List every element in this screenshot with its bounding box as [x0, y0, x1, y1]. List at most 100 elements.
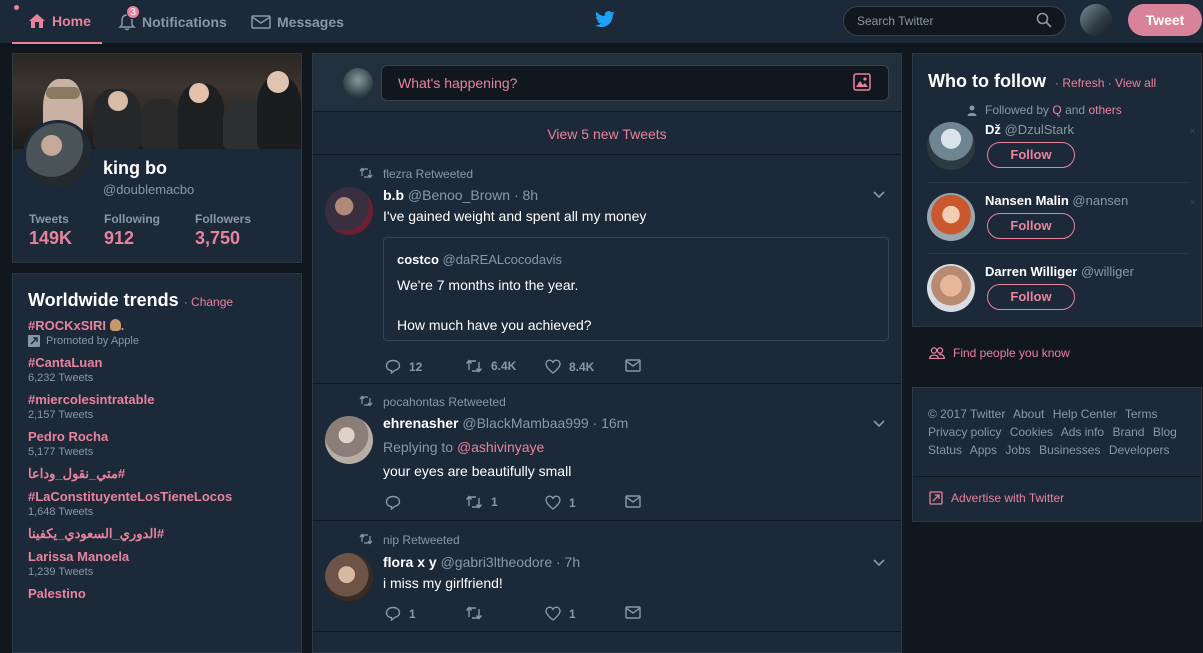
suggested-user-avatar[interactable]: [927, 264, 975, 312]
advertise-link[interactable]: Advertise with Twitter: [929, 491, 1064, 505]
suggested-user[interactable]: Darren Williger @williger Follow: [927, 264, 1199, 332]
refresh-link[interactable]: Refresh: [1062, 76, 1104, 90]
footer-link[interactable]: Cookies: [1010, 425, 1053, 439]
compose-input[interactable]: What's happening?: [381, 65, 889, 101]
footer-link[interactable]: Blog: [1153, 425, 1177, 439]
footer-link[interactable]: Jobs: [1005, 443, 1030, 457]
footer-link[interactable]: Status: [928, 443, 962, 457]
trend-name: #متي_نقول_وداعا: [28, 466, 126, 481]
tweet-author-name[interactable]: ehrenasher: [383, 415, 458, 431]
search-input[interactable]: Search Twitter: [843, 6, 1066, 36]
followed-by-others-link[interactable]: others: [1088, 103, 1121, 117]
trend-item[interactable]: Larissa Manoela 1,239 Tweets: [28, 548, 286, 579]
tweet-button[interactable]: Tweet: [1128, 4, 1202, 36]
trend-name: Palestino: [28, 586, 86, 601]
trend-item[interactable]: Palestino: [28, 585, 286, 602]
suggested-user-name[interactable]: Dž @DzulStark: [985, 122, 1074, 137]
trend-item[interactable]: #miercolesintratable 2,157 Tweets: [28, 391, 286, 422]
trend-item[interactable]: #LaConstituyenteLosTieneLocos 1,648 Twee…: [28, 488, 286, 519]
followed-by-user-link[interactable]: Q: [1052, 103, 1061, 117]
footer-link[interactable]: Brand: [1112, 425, 1144, 439]
tweet-author-name[interactable]: flora x y: [383, 554, 437, 570]
retweet-button[interactable]: 1: [465, 495, 498, 509]
trends-change-link[interactable]: · Change: [184, 295, 233, 309]
reply-button[interactable]: 1: [385, 606, 416, 621]
top-navigation-bar: Home 3 Notifications Messages Search Twi…: [0, 0, 1203, 44]
suggested-user-avatar[interactable]: [927, 122, 975, 170]
stat-followers[interactable]: Followers 3,750: [195, 212, 251, 249]
suggested-user-avatar[interactable]: [927, 193, 975, 241]
quoted-tweet[interactable]: costco @daREALcocodavis We're 7 months i…: [383, 237, 889, 341]
profile-avatar[interactable]: [23, 120, 93, 190]
direct-message-button[interactable]: [625, 495, 649, 508]
follow-button[interactable]: Follow: [987, 213, 1075, 239]
nav-home[interactable]: Home: [12, 0, 102, 44]
account-avatar[interactable]: [1080, 4, 1112, 36]
like-button[interactable]: 1: [545, 606, 576, 621]
tweet-author-handle[interactable]: @gabri3ltheodore: [441, 554, 553, 570]
follow-button[interactable]: Follow: [987, 284, 1075, 310]
retweet-button[interactable]: [465, 606, 491, 620]
search-icon[interactable]: [1036, 12, 1052, 28]
tweet-author-handle[interactable]: @BlackMambaa999: [462, 415, 588, 431]
trend-item[interactable]: #ROCKxSIRI . Promoted by Apple: [28, 317, 286, 348]
retweeted-by[interactable]: nip Retweeted: [383, 533, 460, 547]
notification-count-badge: 3: [126, 5, 140, 19]
footer-link[interactable]: About: [1013, 407, 1044, 421]
twitter-bird-logo[interactable]: [594, 11, 616, 29]
nav-notifications[interactable]: 3 Notifications: [118, 0, 228, 44]
retweeted-by[interactable]: flezra Retweeted: [383, 167, 473, 181]
retweeted-by[interactable]: pocahontas Retweeted: [383, 395, 506, 409]
profile-name[interactable]: king bo: [103, 158, 167, 179]
home-new-dot: [14, 5, 19, 10]
stat-tweets[interactable]: Tweets 149K: [29, 212, 72, 249]
like-button[interactable]: 1: [545, 495, 576, 510]
retweet-button[interactable]: 6.4K: [465, 359, 516, 373]
like-button[interactable]: 8.4K: [545, 359, 594, 374]
trend-item[interactable]: #الدوري_السعودي_يكفينا: [28, 525, 286, 542]
nav-messages[interactable]: Messages: [251, 0, 344, 44]
reply-button[interactable]: 12: [385, 359, 422, 374]
tweet-card[interactable]: nip Retweeted flora x y @gabri3ltheodore…: [313, 522, 901, 632]
image-upload-icon[interactable]: [853, 73, 871, 91]
chevron-down-icon[interactable]: [873, 559, 885, 567]
tweet-time[interactable]: · 7h: [556, 554, 580, 570]
tweet-card[interactable]: flezra Retweeted b.b @Benoo_Brown · 8h I…: [313, 156, 901, 384]
tweet-avatar[interactable]: [325, 187, 373, 235]
suggested-user-name[interactable]: Nansen Malin @nansen: [985, 193, 1128, 208]
footer-link[interactable]: Apps: [970, 443, 997, 457]
footer-link[interactable]: Developers: [1109, 443, 1170, 457]
view-new-tweets-bar[interactable]: View 5 new Tweets: [313, 113, 901, 155]
suggested-user[interactable]: Nansen Malin @nansen Follow ×: [927, 193, 1199, 261]
footer-link[interactable]: Ads info: [1061, 425, 1104, 439]
footer-link[interactable]: Privacy policy: [928, 425, 1001, 439]
profile-handle[interactable]: @doublemacbo: [103, 182, 194, 197]
tweet-avatar[interactable]: [325, 416, 373, 464]
footer-link[interactable]: Help Center: [1053, 407, 1117, 421]
tweet-author-handle[interactable]: @Benoo_Brown: [408, 187, 510, 203]
dismiss-close-icon[interactable]: ×: [1189, 195, 1196, 209]
replying-to-handle[interactable]: @ashivinyaye: [457, 439, 544, 455]
reply-button[interactable]: [385, 495, 409, 510]
follow-button[interactable]: Follow: [987, 142, 1075, 168]
trend-item[interactable]: #متي_نقول_وداعا: [28, 465, 286, 482]
direct-message-button[interactable]: [625, 606, 649, 619]
find-people-link[interactable]: Find people you know: [929, 346, 1070, 360]
tweet-card[interactable]: pocahontas Retweeted ehrenasher @BlackMa…: [313, 385, 901, 521]
view-all-link[interactable]: View all: [1115, 76, 1156, 90]
suggested-user[interactable]: Dž @DzulStark Follow ×: [927, 122, 1199, 190]
tweet-avatar[interactable]: [325, 553, 373, 601]
chevron-down-icon[interactable]: [873, 191, 885, 199]
trend-item[interactable]: Pedro Rocha 5,177 Tweets: [28, 428, 286, 459]
dismiss-close-icon[interactable]: ×: [1189, 124, 1196, 138]
footer-link[interactable]: Terms: [1125, 407, 1158, 421]
tweet-time[interactable]: · 8h: [514, 187, 538, 203]
tweet-author-name[interactable]: b.b: [383, 187, 404, 203]
footer-link[interactable]: Businesses: [1039, 443, 1100, 457]
trend-item[interactable]: #CantaLuan 6,232 Tweets: [28, 354, 286, 385]
chevron-down-icon[interactable]: [873, 420, 885, 428]
direct-message-button[interactable]: [625, 359, 649, 372]
stat-following[interactable]: Following 912: [104, 212, 160, 249]
tweet-time[interactable]: · 16m: [593, 415, 629, 431]
suggested-user-name[interactable]: Darren Williger @williger: [985, 264, 1134, 279]
